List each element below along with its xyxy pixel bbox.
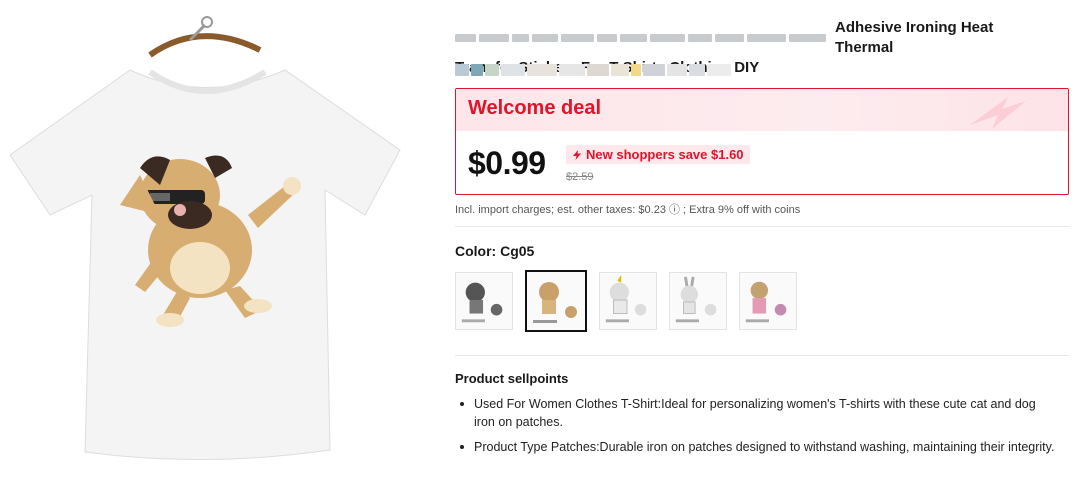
welcome-deal-box: Welcome deal $0.99 New shoppers save $1.…	[455, 88, 1069, 195]
deal-decoration-icon	[970, 97, 1026, 129]
rabbit-patch-swatch[interactable]	[669, 272, 727, 330]
divider	[455, 355, 1069, 356]
blurred-rating-row	[455, 64, 733, 76]
new-shopper-promo: New shoppers save $1.60	[566, 145, 750, 164]
tshirt-image	[9, 16, 401, 460]
blurred-title-prefix	[455, 33, 829, 43]
deal-label: Welcome deal	[468, 97, 602, 119]
sellpoints-list: Used For Women Clothes T-Shirt:Ideal for…	[455, 395, 1055, 463]
tax-note: Incl. import charges; est. other taxes: …	[455, 204, 801, 216]
product-title-line1: Adhesive Ironing Heat Thermal	[835, 19, 994, 56]
girl-patch-swatch[interactable]	[739, 272, 797, 330]
promo-text: New shoppers save $1.60	[586, 147, 744, 162]
divider	[455, 226, 1069, 227]
list-item: Used For Women Clothes T-Shirt:Ideal for…	[455, 395, 1055, 431]
cat-patch-swatch[interactable]	[455, 272, 513, 330]
unicorn-patch-swatch[interactable]	[599, 272, 657, 330]
product-info-panel: Adhesive Ironing Heat Thermal Transfer S…	[455, 0, 1075, 482]
pug-patch-swatch[interactable]	[525, 270, 587, 332]
sellpoints-title: Product sellpoints	[455, 371, 569, 386]
original-price: $2.59	[566, 171, 594, 183]
color-label: Color: Cg05	[455, 243, 535, 259]
deal-header: Welcome deal	[456, 89, 1068, 131]
current-price: $0.99	[468, 145, 546, 181]
color-swatches	[455, 270, 809, 332]
product-image[interactable]	[0, 0, 420, 482]
bolt-icon	[573, 149, 581, 160]
list-item: Product Type Patches:Durable iron on pat…	[455, 438, 1055, 456]
